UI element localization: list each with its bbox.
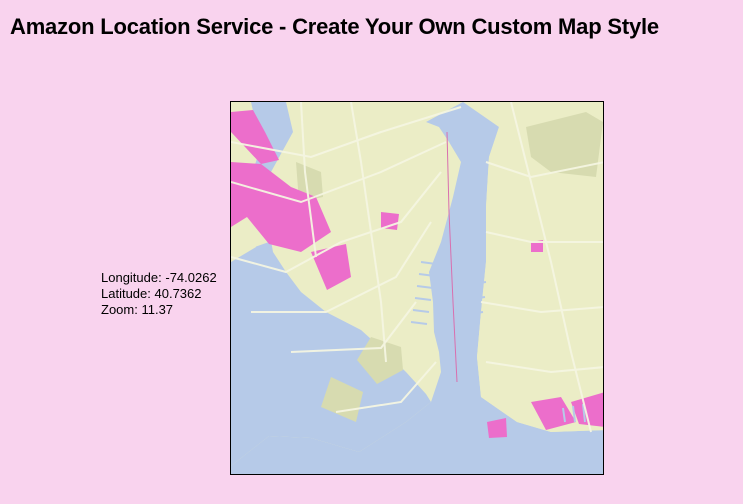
map-canvas[interactable] [230, 101, 604, 475]
map-svg [231, 102, 604, 475]
longitude-row: Longitude: -74.0262 [101, 270, 217, 286]
coords-readout: Longitude: -74.0262 Latitude: 40.7362 Zo… [101, 270, 217, 318]
longitude-value: -74.0262 [165, 270, 216, 285]
page-title: Amazon Location Service - Create Your Ow… [0, 0, 743, 40]
zoom-value: 11.37 [141, 302, 173, 317]
zoom-label: Zoom: [101, 302, 138, 317]
pink-hoboken [311, 244, 351, 290]
latitude-value: 40.7362 [155, 286, 202, 301]
latitude-row: Latitude: 40.7362 [101, 286, 217, 302]
longitude-label: Longitude: [101, 270, 162, 285]
zoom-row: Zoom: 11.37 [101, 302, 217, 318]
latitude-label: Latitude: [101, 286, 151, 301]
